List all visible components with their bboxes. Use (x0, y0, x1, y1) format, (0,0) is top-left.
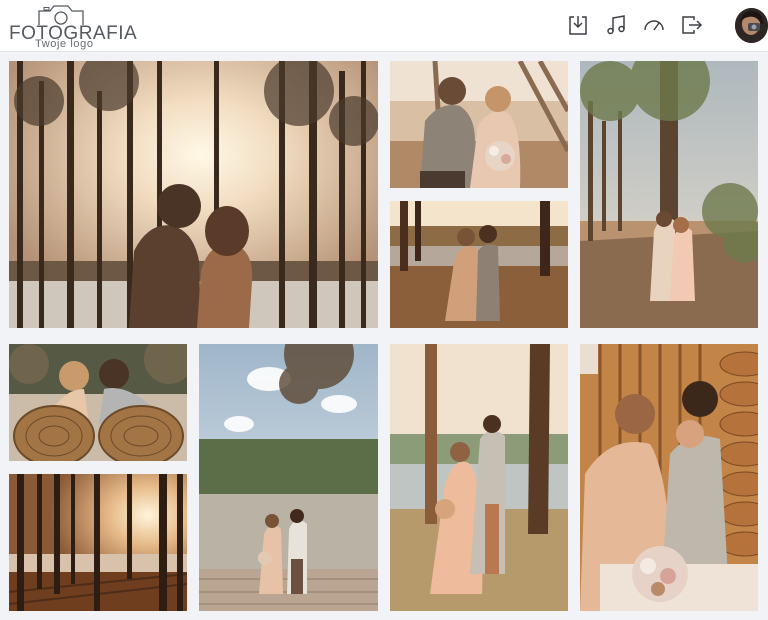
brand-logo[interactable]: FOTOGRAFIA Twoje logo (9, 4, 137, 50)
music-icon[interactable] (603, 12, 629, 38)
download-icon[interactable] (565, 12, 591, 38)
photo-couple-wicker-chairs[interactable] (9, 344, 187, 461)
photo-gallery (0, 52, 768, 620)
photo-couple-lake-dock[interactable] (199, 344, 378, 611)
logout-icon[interactable] (679, 12, 705, 38)
photo-couple-lakeside-standing[interactable] (390, 201, 568, 328)
photo-forest-sun-trees[interactable] (9, 474, 187, 611)
photo-forest-sunset-couple[interactable] (9, 61, 378, 328)
user-avatar[interactable] (735, 8, 768, 43)
logo-subtitle: Twoje logo (35, 38, 94, 50)
speedometer-icon[interactable] (641, 12, 667, 38)
photo-couple-trees-embrace[interactable] (390, 344, 568, 611)
photo-couple-palm-path[interactable] (580, 61, 758, 328)
top-bar: FOTOGRAFIA Twoje logo (0, 0, 768, 52)
photo-couple-bench-bouquet[interactable] (390, 61, 568, 188)
photo-couple-wooden-cabin[interactable] (580, 344, 758, 611)
